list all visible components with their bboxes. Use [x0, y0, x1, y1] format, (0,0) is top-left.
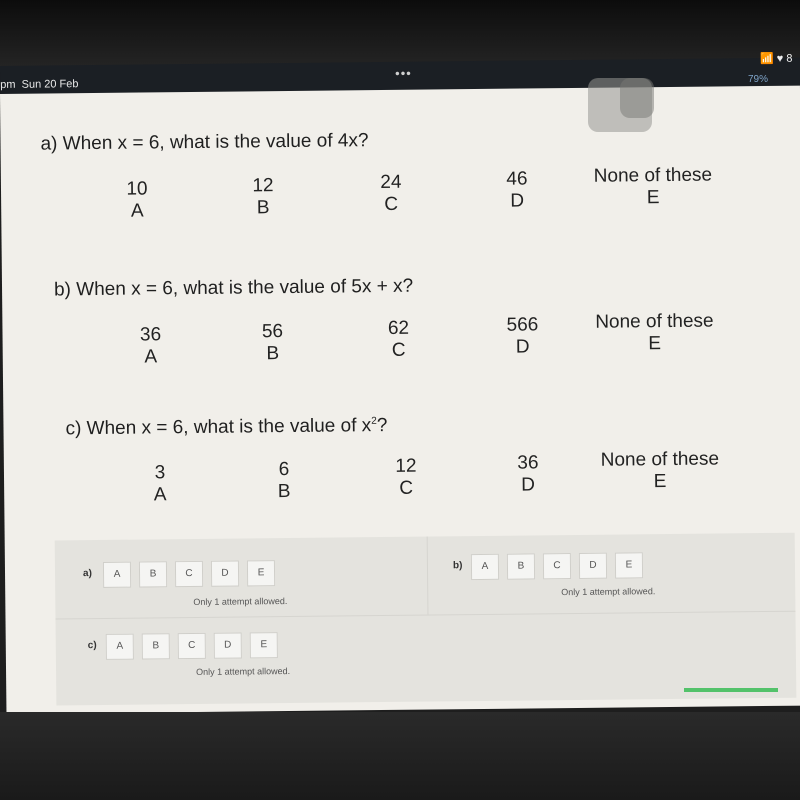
- answer-b-button-c[interactable]: C: [542, 553, 572, 580]
- battery-text: 8: [786, 52, 793, 65]
- answer-panel: a) A B C D E Only 1 attempt allowed. b) …: [54, 532, 797, 706]
- answer-label-a: a): [82, 568, 92, 580]
- status-right: 📶 ♥ 8: [760, 52, 793, 65]
- answer-b-note: Only 1 attempt allowed.: [561, 586, 656, 598]
- answer-a-button-b[interactable]: B: [138, 561, 168, 588]
- answer-b-button-a[interactable]: A: [470, 553, 500, 581]
- answer-a-button-e[interactable]: E: [246, 560, 276, 587]
- panel-divider: [426, 536, 429, 615]
- question-a: a) When x = 6, what is the value of 4x?: [40, 130, 368, 155]
- question-c-option-b: 6B: [277, 458, 291, 503]
- question-a-option-d: 46 D: [506, 168, 528, 212]
- question-c-option-a: 3A: [153, 462, 167, 506]
- status-time: pm Sun 20 Feb: [0, 78, 79, 91]
- answer-a-button-d[interactable]: D: [210, 560, 240, 587]
- question-b-option-e: None of these E: [595, 310, 714, 355]
- question-b-option-b: 56 B: [261, 321, 284, 365]
- answer-a-button-c[interactable]: C: [174, 560, 204, 588]
- device-bezel-bottom: [0, 712, 800, 800]
- answer-label-b: b): [452, 560, 463, 572]
- wifi-icon: 📶: [759, 52, 774, 66]
- question-c-option-d: 36 D: [517, 452, 539, 496]
- multitask-ellipsis-icon[interactable]: •••: [395, 66, 412, 81]
- worksheet-screen: a) When x = 6, what is the value of 4x? …: [0, 85, 800, 714]
- question-c-option-e: None of these E: [600, 448, 720, 493]
- answer-c-button-a[interactable]: A: [105, 633, 134, 660]
- question-a-option-e: None of these E: [593, 164, 713, 209]
- question-b-option-c: 62 C: [387, 317, 410, 361]
- answer-a-button-a[interactable]: A: [102, 561, 132, 588]
- question-a-option-a: 10 A: [126, 178, 148, 222]
- answer-b-button-d[interactable]: D: [578, 552, 608, 579]
- question-b-title: b) When x = 6, what is the value of 5x +…: [53, 275, 414, 301]
- status-date: Sun 20 Feb: [21, 78, 79, 91]
- question-c: c) When x = 6, what is the value of x2?: [65, 415, 387, 440]
- question-b-option-d: 566 D: [506, 314, 539, 358]
- question-b-option-a: 36 A: [139, 324, 162, 368]
- floating-app-icon-shadow: [620, 78, 654, 118]
- panel-divider: [55, 610, 796, 620]
- answer-c-button-b[interactable]: B: [141, 633, 170, 660]
- zoom-level: 79%: [748, 74, 769, 85]
- heart-icon: ♥: [776, 52, 784, 65]
- answer-c-note: Only 1 attempt allowed.: [196, 665, 291, 677]
- answer-c-button-e[interactable]: E: [249, 632, 278, 659]
- answer-c-button-d[interactable]: D: [213, 632, 242, 659]
- question-c-title: c) When x = 6, what is the value of x2?: [65, 414, 388, 440]
- answer-label-c: c): [87, 640, 97, 652]
- question-a-option-c: 24 C: [380, 171, 402, 215]
- answer-b-button-e[interactable]: E: [614, 552, 644, 579]
- question-c-option-c: 12 C: [395, 455, 417, 499]
- answer-c-button-c[interactable]: C: [177, 632, 206, 660]
- question-a-title: a) When x = 6, what is the value of 4x?: [40, 130, 369, 155]
- question-b: b) When x = 6, what is the value of 5x +…: [54, 276, 413, 302]
- answer-b-button-b[interactable]: B: [506, 553, 536, 580]
- question-a-option-b: 12 B: [252, 175, 274, 219]
- answer-a-note: Only 1 attempt allowed.: [193, 596, 288, 608]
- progress-indicator: [684, 688, 778, 692]
